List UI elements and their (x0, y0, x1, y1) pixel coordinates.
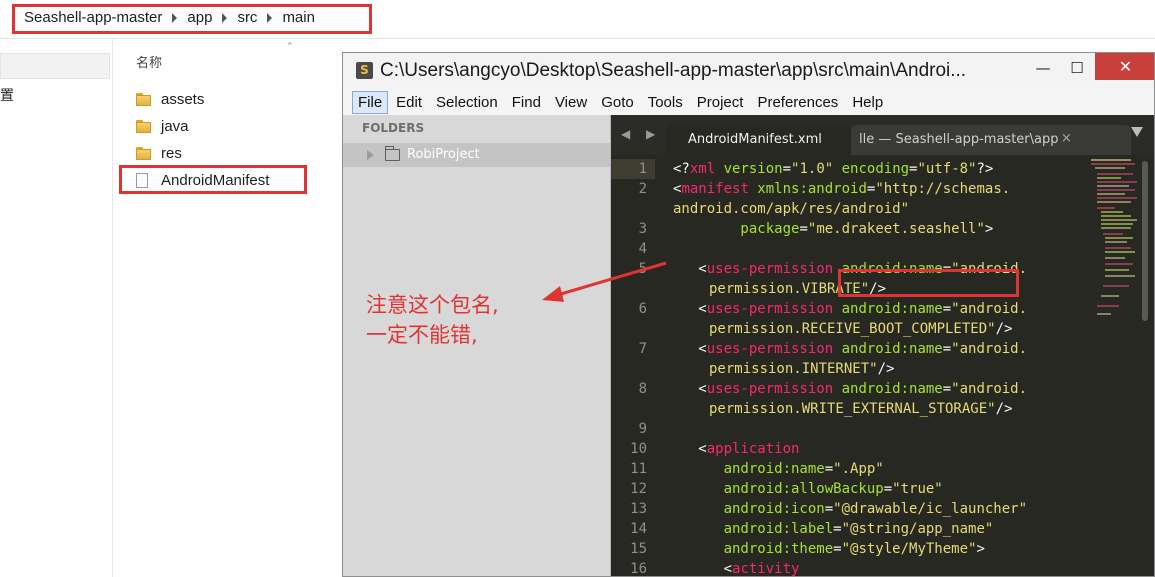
sidebar-item-robiproject[interactable]: RobiProject (343, 143, 610, 167)
line-number: 13 (630, 501, 647, 517)
vertical-scrollbar[interactable] (1142, 161, 1148, 321)
tab-list-dropdown-icon[interactable] (1131, 127, 1143, 137)
sort-ascending-icon: ⌃ (286, 42, 294, 52)
sidebar-header: FOLDERS (362, 121, 425, 135)
code-line-16: <activity (673, 561, 800, 577)
menu-goto[interactable]: Goto (595, 91, 640, 114)
window-title: C:\Users\angcyo\Desktop\Seashell-app-mas… (380, 60, 967, 81)
code-line-8: <uses-permission android:name="android. (673, 381, 1028, 397)
code-line-14: android:label="@string/app_name" (673, 521, 994, 537)
file-name: assets (161, 91, 205, 108)
minimize-button[interactable]: — (1027, 56, 1059, 80)
annotation-line-1: 注意这个包名, (366, 293, 499, 317)
menu-selection[interactable]: Selection (430, 91, 504, 114)
code-line-11: android:name=".App" (673, 461, 884, 477)
address-bar[interactable]: Seashell-app-master app src main (0, 0, 1155, 39)
code-line-6-wrap: permission.RECEIVE_BOOT_COMPLETED"/> (709, 321, 1013, 337)
menu-project[interactable]: Project (691, 91, 750, 114)
nav-item-partial-label: 置 (0, 88, 14, 104)
sublime-app-icon: S (356, 62, 373, 79)
menu-bar: File Edit Selection Find View Goto Tools… (343, 89, 1154, 115)
tab-active-label: AndroidManifest.xml (688, 132, 822, 147)
line-number: 8 (638, 381, 647, 397)
code-line-10: <application (673, 441, 800, 457)
line-number: 1 (638, 161, 647, 177)
line-number: 3 (638, 221, 647, 237)
menu-find[interactable]: Find (506, 91, 547, 114)
menu-help[interactable]: Help (846, 91, 889, 114)
line-number: 14 (630, 521, 647, 537)
code-line-2: <manifest xmlns:android="http://schemas. (673, 181, 1011, 197)
line-number: 12 (630, 481, 647, 497)
line-number: 9 (638, 421, 647, 437)
file-row-assets[interactable]: assets (136, 86, 346, 113)
tab-close-icon[interactable]: × (1061, 131, 1072, 146)
file-name: java (161, 118, 189, 135)
code-text: <?xml version="1.0" encoding="utf-8"?> <… (673, 155, 1027, 576)
menu-edit[interactable]: Edit (390, 91, 428, 114)
annotation-arrow (542, 261, 667, 302)
code-line-7-wrap: permission.INTERNET"/> (709, 361, 895, 377)
code-line-8-wrap: permission.WRITE_EXTERNAL_STORAGE"/> (709, 401, 1013, 417)
file-row-res[interactable]: res (136, 140, 346, 167)
annotation-line-2: 一定不能错, (366, 323, 478, 347)
line-number: 2 (638, 181, 647, 197)
tab-inactive-label: lle — Seashell-app-master\app (859, 132, 1059, 147)
code-line-1: <?xml version="1.0" encoding="utf-8"?> (673, 161, 994, 177)
close-button[interactable]: ✕ (1095, 53, 1154, 80)
navigation-pane (0, 39, 113, 577)
folder-icon (385, 146, 400, 161)
menu-file[interactable]: File (352, 90, 389, 114)
code-editor[interactable]: 1 2 3 4 5 6 7 8 9 10 11 12 13 14 15 16 <… (611, 155, 1154, 577)
code-line-3: package="me.drakeet.seashell"> (673, 221, 994, 237)
code-line-12: android:allowBackup="true" (673, 481, 943, 497)
file-row-java[interactable]: java (136, 113, 346, 140)
title-bar[interactable]: S C:\Users\angcyo\Desktop\Seashell-app-m… (343, 53, 1154, 89)
line-number: 10 (630, 441, 647, 457)
tab-nav-arrows-icon[interactable]: ◀ ▶ (621, 127, 661, 141)
package-highlight-box (838, 269, 1019, 297)
breadcrumb-highlight-box (12, 4, 372, 34)
annotation-text: 注意这个包名, 一定不能错, (366, 290, 499, 350)
line-number: 4 (638, 241, 647, 257)
code-line-15: android:theme="@style/MyTheme"> (673, 541, 985, 557)
code-line-13: android:icon="@drawable/ic_launcher" (673, 501, 1028, 517)
file-name: res (161, 145, 182, 162)
line-number: 15 (630, 541, 647, 557)
disclosure-triangle-icon[interactable] (367, 150, 374, 160)
project-name: RobiProject (407, 147, 480, 162)
code-line-6: <uses-permission android:name="android. (673, 301, 1028, 317)
menu-view[interactable]: View (549, 91, 593, 114)
file-highlight-box (119, 165, 307, 194)
column-header-name[interactable]: 名称 (136, 52, 162, 71)
folder-icon (136, 147, 151, 160)
tab-bar: ◀ ▶ lle — Seashell-app-master\app × Andr… (611, 115, 1154, 155)
package-name-value: me.drakeet.seashell (816, 221, 977, 237)
code-line-7: <uses-permission android:name="android. (673, 341, 1028, 357)
code-line-2-wrap: android.com/apk/res/android" (673, 201, 910, 217)
minimap[interactable] (1091, 155, 1139, 355)
maximize-button[interactable]: ☐ (1061, 56, 1093, 80)
nav-selected-item[interactable] (0, 53, 110, 79)
line-number: 7 (638, 341, 647, 357)
menu-preferences[interactable]: Preferences (751, 91, 844, 114)
line-number: 11 (630, 461, 647, 477)
menu-tools[interactable]: Tools (642, 91, 689, 114)
folder-icon (136, 93, 151, 106)
folder-icon (136, 120, 151, 133)
line-number: 16 (630, 561, 647, 577)
